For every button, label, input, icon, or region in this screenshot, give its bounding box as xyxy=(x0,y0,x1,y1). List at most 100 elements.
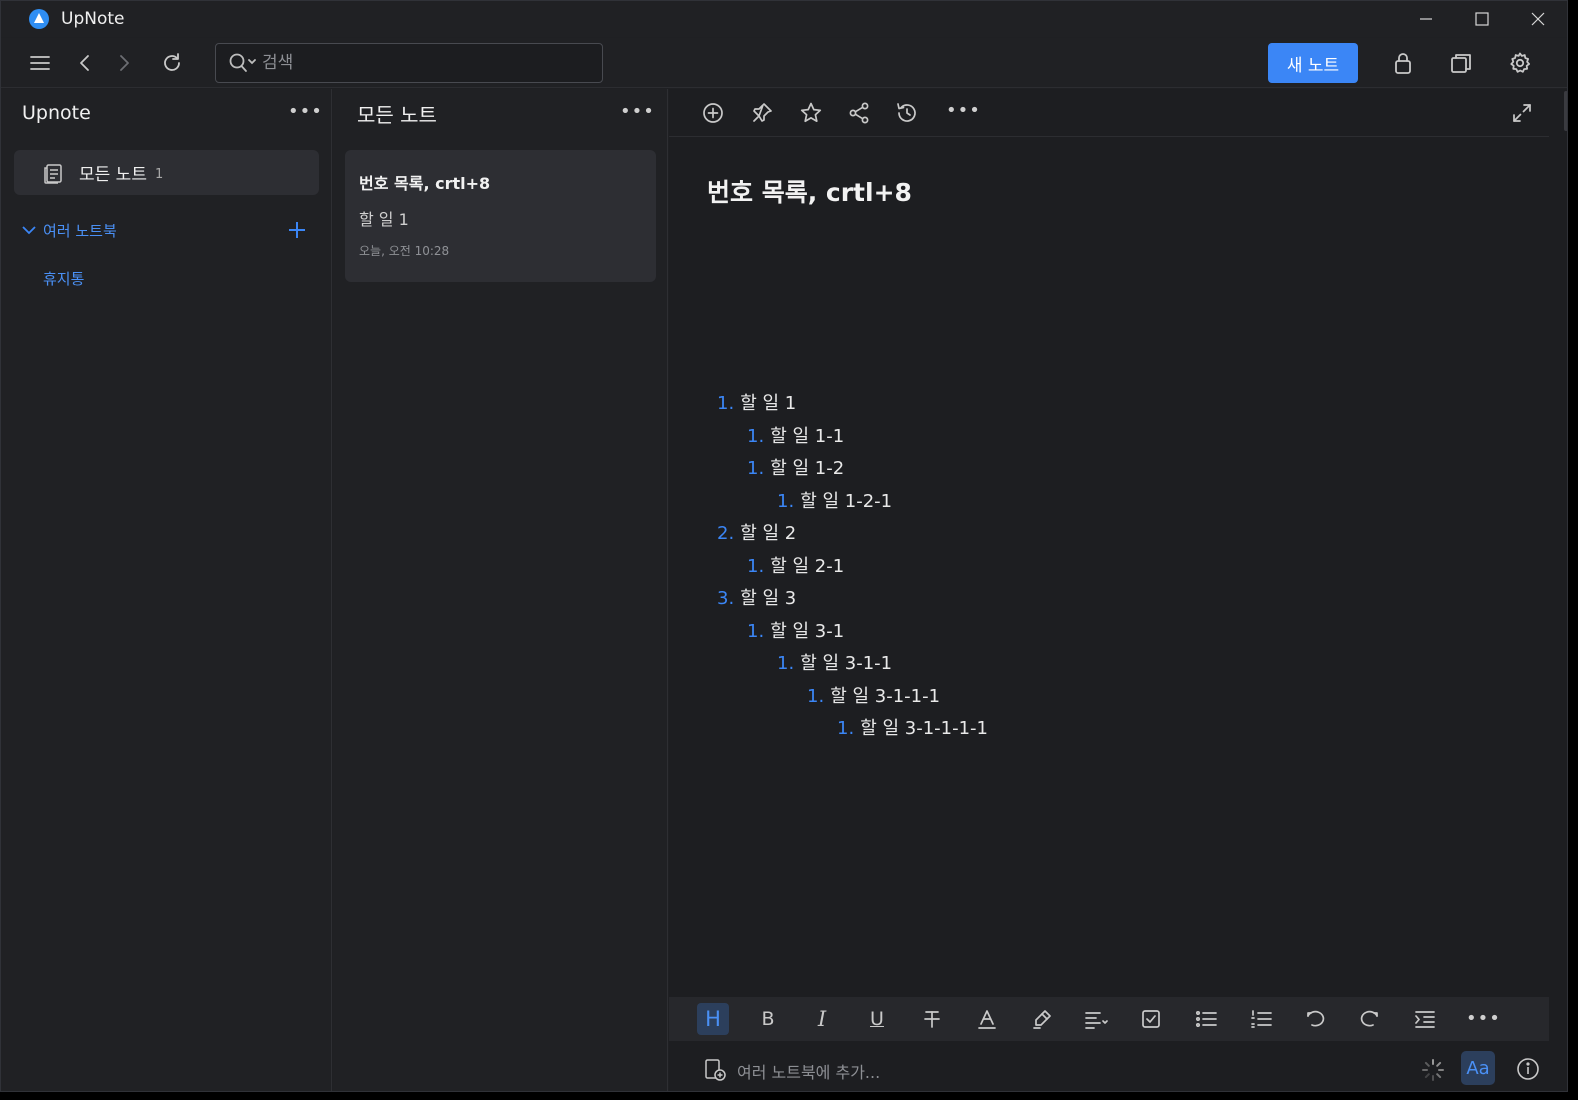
maximize-button[interactable] xyxy=(1453,1,1511,37)
indent-icon[interactable] xyxy=(1409,1003,1441,1035)
minimize-button[interactable] xyxy=(1397,1,1455,37)
list-item[interactable]: 1. 할 일 3-1-1-1 xyxy=(807,682,940,708)
add-notebook-icon[interactable] xyxy=(286,219,308,241)
new-window-icon[interactable] xyxy=(1448,50,1474,76)
search-box[interactable] xyxy=(215,43,603,83)
info-icon[interactable] xyxy=(1515,1056,1541,1082)
list-item-number: 1. xyxy=(777,653,795,674)
italic-button[interactable]: I xyxy=(806,1003,838,1035)
star-icon[interactable] xyxy=(798,100,824,126)
list-item[interactable]: 1. 할 일 3-1-1-1-1 xyxy=(837,714,988,740)
list-item-text: 할 일 1-2 xyxy=(770,458,845,479)
maximize-icon xyxy=(1475,12,1489,26)
list-item[interactable]: 1. 할 일 1 xyxy=(717,389,796,415)
refresh-icon[interactable] xyxy=(159,50,185,76)
list-item-text: 할 일 3-1-1-1-1 xyxy=(860,718,988,739)
list-item-number: 1. xyxy=(777,490,795,512)
sidebar: Upnote ••• 모든 노트 1 여러 노트북 휴지통 xyxy=(1,89,332,1091)
list-item[interactable]: 1. 할 일 1-2-1 xyxy=(777,487,892,513)
list-item-number: 3. xyxy=(717,588,735,609)
share-icon[interactable] xyxy=(846,100,872,126)
sidebar-more-icon[interactable]: ••• xyxy=(288,101,323,122)
minimize-icon xyxy=(1420,18,1432,20)
pin-icon[interactable] xyxy=(749,100,775,126)
document-title[interactable]: 번호 목록, crtl+8 xyxy=(707,173,912,209)
back-icon[interactable] xyxy=(72,50,98,76)
font-settings-button[interactable]: Aa xyxy=(1461,1051,1495,1085)
list-item[interactable]: 1. 할 일 2-1 xyxy=(747,552,844,578)
underline-button[interactable]: U xyxy=(861,1003,893,1035)
sidebar-item-trash[interactable]: 휴지통 xyxy=(43,268,84,289)
search-icon xyxy=(228,52,258,74)
history-icon[interactable] xyxy=(894,100,920,126)
undo-icon[interactable] xyxy=(1299,1003,1331,1035)
editor-scrollbar-track[interactable] xyxy=(1549,89,1567,1091)
editor-footer: 여러 노트북에 추가... Aa xyxy=(669,1045,1549,1091)
note-list-title: 모든 노트 xyxy=(357,103,437,127)
notebooks-toggle[interactable]: 여러 노트북 xyxy=(21,217,311,243)
bullet-list-icon[interactable] xyxy=(1190,1003,1222,1035)
list-item-number: 1. xyxy=(807,685,825,707)
note-card[interactable]: 번호 목록, crtl+8 할 일 1 오늘, 오전 10:28 xyxy=(345,150,656,282)
strikethrough-icon[interactable] xyxy=(916,1003,948,1035)
chevron-down-icon xyxy=(22,226,36,235)
app-window: UpNote 새 노트 xyxy=(0,0,1568,1092)
app-title: UpNote xyxy=(61,9,125,29)
numbered-list-icon[interactable] xyxy=(1245,1003,1277,1035)
all-notes-count: 1 xyxy=(154,166,164,182)
list-item[interactable]: 2. 할 일 2 xyxy=(717,519,796,545)
editor-panel: ••• 번호 목록, crtl+8 1. 할 일 1 1. 할 일 1-1 1. 할 일 … xyxy=(669,89,1549,1091)
bold-button[interactable]: B xyxy=(752,1003,784,1035)
list-item-number: 1. xyxy=(747,458,765,479)
add-to-notebook-field[interactable]: 여러 노트북에 추가... xyxy=(737,1059,880,1083)
list-item-number: 1. xyxy=(717,393,735,414)
list-item[interactable]: 1. 할 일 3-1-1 xyxy=(777,649,892,675)
note-list-panel: 모든 노트 ••• 번호 목록, crtl+8 할 일 1 오늘, 오전 10:… xyxy=(333,89,668,1091)
upnote-logo-icon xyxy=(29,9,49,29)
align-icon[interactable] xyxy=(1080,1003,1112,1035)
list-item-number: 1. xyxy=(747,555,765,577)
notes-icon xyxy=(42,162,64,184)
new-note-button[interactable]: 새 노트 xyxy=(1268,43,1358,83)
main-toolbar: 새 노트 xyxy=(1,38,1567,88)
close-button[interactable] xyxy=(1509,1,1567,37)
menu-icon[interactable] xyxy=(27,50,53,76)
list-item-text: 할 일 3-1-1 xyxy=(800,653,893,674)
text-color-icon[interactable] xyxy=(971,1003,1003,1035)
add-circle-icon[interactable] xyxy=(700,100,726,126)
list-item-text: 할 일 3-1-1-1 xyxy=(830,685,941,707)
list-item[interactable]: 1. 할 일 1-2 xyxy=(747,454,844,480)
expand-icon[interactable] xyxy=(1509,100,1535,126)
editor-toolbar: ••• xyxy=(669,89,1549,137)
add-to-notebook-icon[interactable] xyxy=(703,1058,727,1082)
format-more-icon[interactable]: ••• xyxy=(1466,1008,1501,1029)
list-item-text: 할 일 1 xyxy=(740,393,797,414)
lock-icon[interactable] xyxy=(1390,50,1416,76)
notebooks-label: 여러 노트북 xyxy=(43,221,117,240)
forward-icon[interactable] xyxy=(111,50,137,76)
heading-button[interactable]: H xyxy=(697,1003,729,1035)
list-item[interactable]: 3. 할 일 3 xyxy=(717,584,796,610)
list-item-text: 할 일 3-1 xyxy=(770,620,845,642)
note-list-more-icon[interactable]: ••• xyxy=(620,101,655,122)
sync-spinner-icon xyxy=(1421,1058,1445,1082)
checkbox-icon[interactable] xyxy=(1135,1003,1167,1035)
list-item-text: 할 일 3 xyxy=(740,588,797,609)
note-card-date: 오늘, 오전 10:28 xyxy=(359,244,450,258)
highlighter-icon[interactable] xyxy=(1026,1003,1058,1035)
list-item[interactable]: 1. 할 일 3-1 xyxy=(747,617,844,643)
list-item[interactable]: 1. 할 일 1-1 xyxy=(747,422,844,448)
editor-scrollbar-thumb[interactable] xyxy=(1564,91,1567,131)
list-item-text: 할 일 1-1 xyxy=(770,425,845,447)
list-item-text: 할 일 2-1 xyxy=(770,555,845,577)
sidebar-item-all-notes[interactable]: 모든 노트 1 xyxy=(14,150,319,195)
list-item-text: 할 일 2 xyxy=(740,523,797,544)
list-item-number: 1. xyxy=(747,620,765,642)
settings-gear-icon[interactable] xyxy=(1507,50,1533,76)
list-item-text: 할 일 1-2-1 xyxy=(800,490,893,512)
redo-icon[interactable] xyxy=(1354,1003,1386,1035)
editor-more-icon[interactable]: ••• xyxy=(946,100,981,121)
close-icon xyxy=(1531,12,1545,26)
search-input[interactable] xyxy=(262,53,562,73)
list-item-number: 1. xyxy=(747,425,765,447)
